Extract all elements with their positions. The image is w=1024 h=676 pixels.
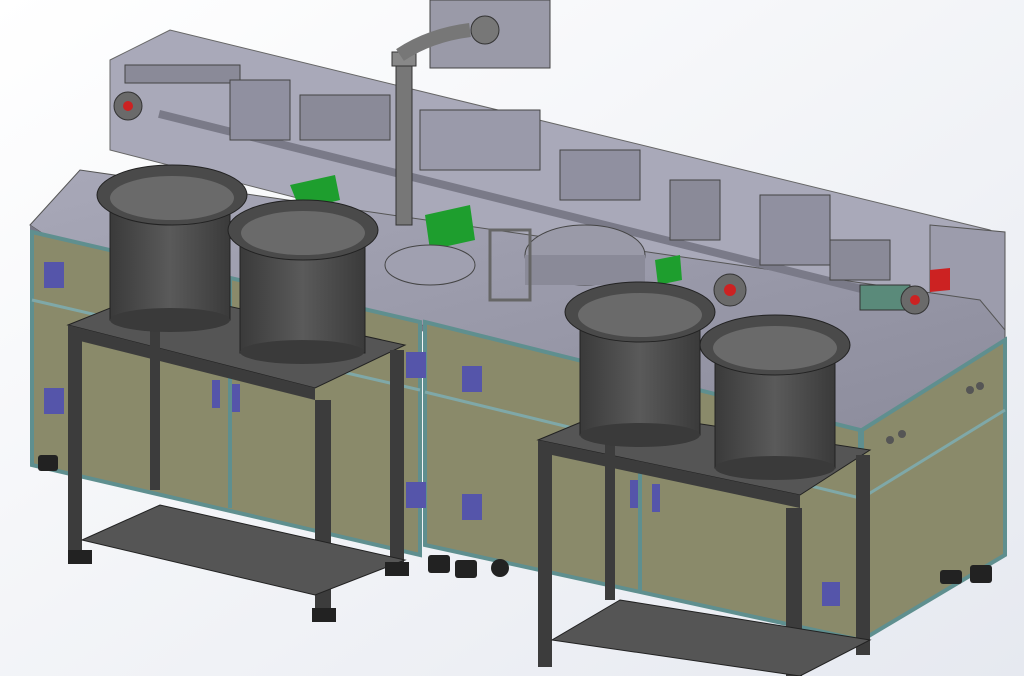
cad-machine-render xyxy=(0,0,1024,676)
